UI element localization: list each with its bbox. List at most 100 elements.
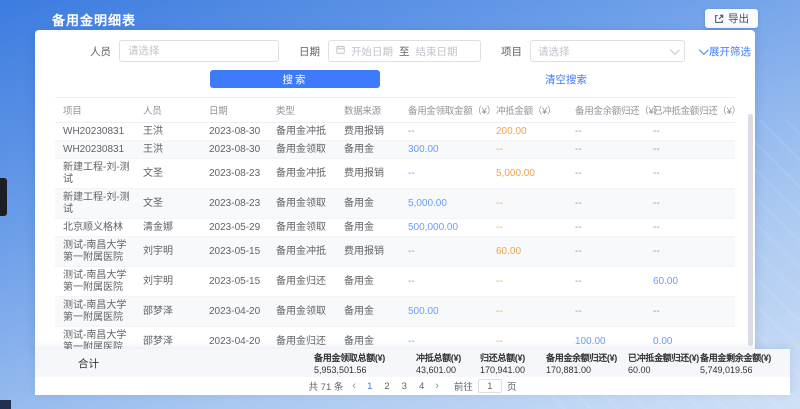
summary-item: 归还总额(¥)170,941.00 xyxy=(480,351,546,375)
column-header: 数据来源 xyxy=(336,98,400,123)
next-page-button[interactable]: › xyxy=(435,381,439,392)
data-table: 项目人员日期类型数据来源备用金领取金额（¥）冲抵金额（¥）备用金余额归还（¥）已… xyxy=(55,97,735,350)
goto-page-input[interactable] xyxy=(478,379,502,393)
page-title: 备用金明细表 xyxy=(52,10,136,29)
person-select-input[interactable] xyxy=(128,45,270,57)
cell-type: 备用金归还 xyxy=(268,267,336,297)
cell-type: 备用金冲抵 xyxy=(268,123,336,141)
summary-item-label: 已冲抵金额归还(¥) xyxy=(628,351,700,364)
expand-chevron-icon xyxy=(699,45,709,55)
cell-received: -- xyxy=(400,327,488,351)
summary-item-value: 60.00 xyxy=(628,365,700,375)
cell-person: 邵梦泽 xyxy=(135,297,201,327)
cell-person: 邵梦泽 xyxy=(135,327,201,351)
cell-date: 2023-05-29 xyxy=(201,219,268,237)
search-button[interactable]: 搜索 xyxy=(210,70,380,88)
page-number-1[interactable]: 1 xyxy=(365,381,374,392)
cell-type: 备用金领取 xyxy=(268,141,336,159)
column-header: 备用金余额归还（¥） xyxy=(567,98,645,123)
cell-balance-return: -- xyxy=(567,297,645,327)
goto-label: 前往 xyxy=(454,379,473,393)
project-select-placeholder: 请选择 xyxy=(538,44,570,59)
cell-received: -- xyxy=(400,267,488,297)
side-drawer-handle[interactable] xyxy=(0,178,7,216)
cell-type: 备用金归还 xyxy=(268,327,336,351)
table-header: 项目人员日期类型数据来源备用金领取金额（¥）冲抵金额（¥）备用金余额归还（¥）已… xyxy=(55,98,735,123)
cell-project: 新建工程-刘-测试 xyxy=(55,159,135,189)
cell-source: 费用报销 xyxy=(336,123,400,141)
cell-project: 新建工程-刘-测试 xyxy=(55,189,135,219)
export-label: 导出 xyxy=(728,11,749,26)
main-panel: 人员 日期 开始日期 至 结束日期 项目 请选择 展开筛选 搜索 清空搜索 xyxy=(35,30,755,350)
cell-date: 2023-05-15 xyxy=(201,237,268,267)
export-button[interactable]: 导出 xyxy=(705,9,758,28)
cell-person: 清金娜 xyxy=(135,219,201,237)
cell-source: 费用报销 xyxy=(336,159,400,189)
summary-item-value: 170,881.00 xyxy=(546,365,628,375)
cell-balance-return: -- xyxy=(567,237,645,267)
cell-project: 测试-南昌大学第一附属医院 xyxy=(55,237,135,267)
cell-source: 备用金 xyxy=(336,219,400,237)
table-row: 测试-南昌大学第一附属医院邵梦泽2023-04-20备用金归还备用金----10… xyxy=(55,327,735,351)
calendar-icon xyxy=(336,45,345,57)
person-select[interactable] xyxy=(119,40,279,62)
cell-offset-return: -- xyxy=(645,297,735,327)
pagination: 共 71 条 ‹ 1234 › 前往 页 xyxy=(35,377,790,395)
page-number-3[interactable]: 3 xyxy=(400,381,409,392)
cell-offset: -- xyxy=(488,327,567,351)
cell-offset-return: 0.00 xyxy=(645,327,735,351)
cell-source: 备用金 xyxy=(336,327,400,351)
cell-balance-return: -- xyxy=(567,219,645,237)
vertical-scrollbar[interactable] xyxy=(748,114,753,346)
chevron-down-icon xyxy=(670,45,680,55)
summary-item: 备用金剩余金额(¥)5,749,019.56 xyxy=(700,351,780,375)
table-header-row: 项目人员日期类型数据来源备用金领取金额（¥）冲抵金额（¥）备用金余额归还（¥）已… xyxy=(55,98,735,123)
date-range-picker[interactable]: 开始日期 至 结束日期 xyxy=(328,40,481,62)
cell-date: 2023-04-20 xyxy=(201,297,268,327)
cell-person: 王洪 xyxy=(135,123,201,141)
summary-item-value: 170,941.00 xyxy=(480,365,546,375)
prev-page-button[interactable]: ‹ xyxy=(352,381,356,392)
page-number-4[interactable]: 4 xyxy=(417,381,426,392)
cell-received: -- xyxy=(400,123,488,141)
clear-search-link[interactable]: 清空搜索 xyxy=(545,72,587,87)
cell-offset-return: -- xyxy=(645,159,735,189)
corner-decoration xyxy=(0,400,11,409)
cell-project: 测试-南昌大学第一附属医院 xyxy=(55,327,135,351)
cell-source: 备用金 xyxy=(336,297,400,327)
summary-item: 备用金领取总额(¥)5,953,501.56 xyxy=(314,351,416,375)
table-row: 测试-南昌大学第一附属医院刘宇明2023-05-15备用金冲抵费用报销--60.… xyxy=(55,237,735,267)
cell-offset: 60.00 xyxy=(488,237,567,267)
summary-item: 已冲抵金额归还(¥)60.00 xyxy=(628,351,700,375)
cell-person: 刘宇明 xyxy=(135,267,201,297)
cell-offset: 5,000.00 xyxy=(488,159,567,189)
cell-person: 刘宇明 xyxy=(135,237,201,267)
cell-date: 2023-08-23 xyxy=(201,159,268,189)
cell-type: 备用金领取 xyxy=(268,189,336,219)
cell-received: 5,000.00 xyxy=(400,189,488,219)
cell-received: 500.00 xyxy=(400,297,488,327)
summary-item-value: 43,601.00 xyxy=(416,365,480,375)
column-header: 日期 xyxy=(201,98,268,123)
cell-balance-return: -- xyxy=(567,189,645,219)
column-header: 备用金领取金额（¥） xyxy=(400,98,488,123)
summary-items: 备用金领取总额(¥)5,953,501.56冲抵总额(¥)43,601.00归还… xyxy=(314,351,780,375)
column-header: 项目 xyxy=(55,98,135,123)
cell-date: 2023-08-30 xyxy=(201,123,268,141)
cell-offset: -- xyxy=(488,219,567,237)
expand-filters-link[interactable]: 展开筛选 xyxy=(699,44,751,59)
page-number-2[interactable]: 2 xyxy=(382,381,391,392)
cell-offset-return: -- xyxy=(645,237,735,267)
date-start-placeholder: 开始日期 xyxy=(351,44,393,59)
person-filter-label: 人员 xyxy=(90,44,111,59)
project-select[interactable]: 请选择 xyxy=(530,40,685,62)
summary-item: 冲抵总额(¥)43,601.00 xyxy=(416,351,480,375)
cell-offset-return: -- xyxy=(645,219,735,237)
cell-offset-return: 60.00 xyxy=(645,267,735,297)
cell-balance-return: -- xyxy=(567,141,645,159)
summary-item-label: 冲抵总额(¥) xyxy=(416,351,480,364)
cell-person: 文圣 xyxy=(135,189,201,219)
column-header: 冲抵金额（¥） xyxy=(488,98,567,123)
summary-item-label: 备用金剩余金额(¥) xyxy=(700,351,780,364)
summary-bar: 合计 备用金领取总额(¥)5,953,501.56冲抵总额(¥)43,601.0… xyxy=(35,349,790,395)
